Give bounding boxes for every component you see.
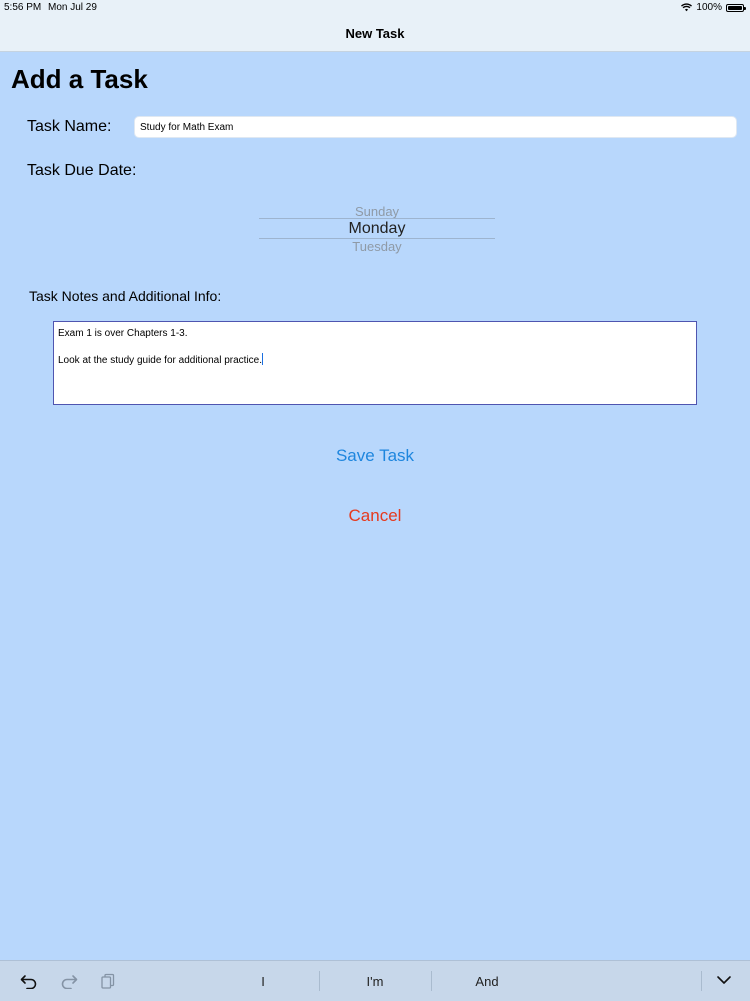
task-due-date-label: Task Due Date: <box>27 162 137 179</box>
suggestion-item[interactable]: I <box>207 974 319 989</box>
suggestion-item[interactable]: And <box>431 974 543 989</box>
undo-icon[interactable] <box>20 973 38 989</box>
dismiss-keyboard-icon[interactable] <box>716 974 732 986</box>
status-date: Mon Jul 29 <box>48 2 97 13</box>
status-time: 5:56 PM <box>4 2 42 13</box>
wifi-icon <box>681 3 693 12</box>
task-notes-textarea[interactable]: Exam 1 is over Chapters 1-3. Look at the… <box>53 321 697 405</box>
picker-divider-top <box>259 218 495 219</box>
nav-title: New Task <box>345 26 405 41</box>
suggestion-divider <box>701 971 702 991</box>
page-title: Add a Task <box>11 64 148 94</box>
cancel-button[interactable]: Cancel <box>275 506 475 526</box>
paste-icon[interactable] <box>100 973 116 989</box>
text-caret <box>262 353 264 365</box>
battery-icon <box>726 3 746 12</box>
save-task-button[interactable]: Save Task <box>275 446 475 466</box>
due-date-picker[interactable]: Sunday Monday Tuesday <box>259 200 495 256</box>
notes-line: Exam 1 is over Chapters 1-3. <box>58 328 188 339</box>
task-notes-label: Task Notes and Additional Info: <box>29 288 222 304</box>
status-bar: 5:56 PM Mon Jul 29 100% <box>0 0 750 16</box>
task-name-label: Task Name: <box>27 118 112 135</box>
keyboard-shortcut-bar: I I'm And <box>0 960 750 1001</box>
redo-icon[interactable] <box>60 973 78 989</box>
nav-bar: New Task <box>0 16 750 52</box>
suggestion-item[interactable]: I'm <box>319 974 431 989</box>
task-name-input[interactable] <box>134 116 737 138</box>
status-indicators: 100% <box>681 2 746 13</box>
picker-option-next[interactable]: Tuesday <box>259 239 495 254</box>
battery-percent: 100% <box>696 2 722 13</box>
picker-option-prev[interactable]: Sunday <box>259 204 495 219</box>
notes-line: Look at the study guide for additional p… <box>58 353 264 366</box>
picker-option-selected[interactable]: Monday <box>259 220 495 238</box>
